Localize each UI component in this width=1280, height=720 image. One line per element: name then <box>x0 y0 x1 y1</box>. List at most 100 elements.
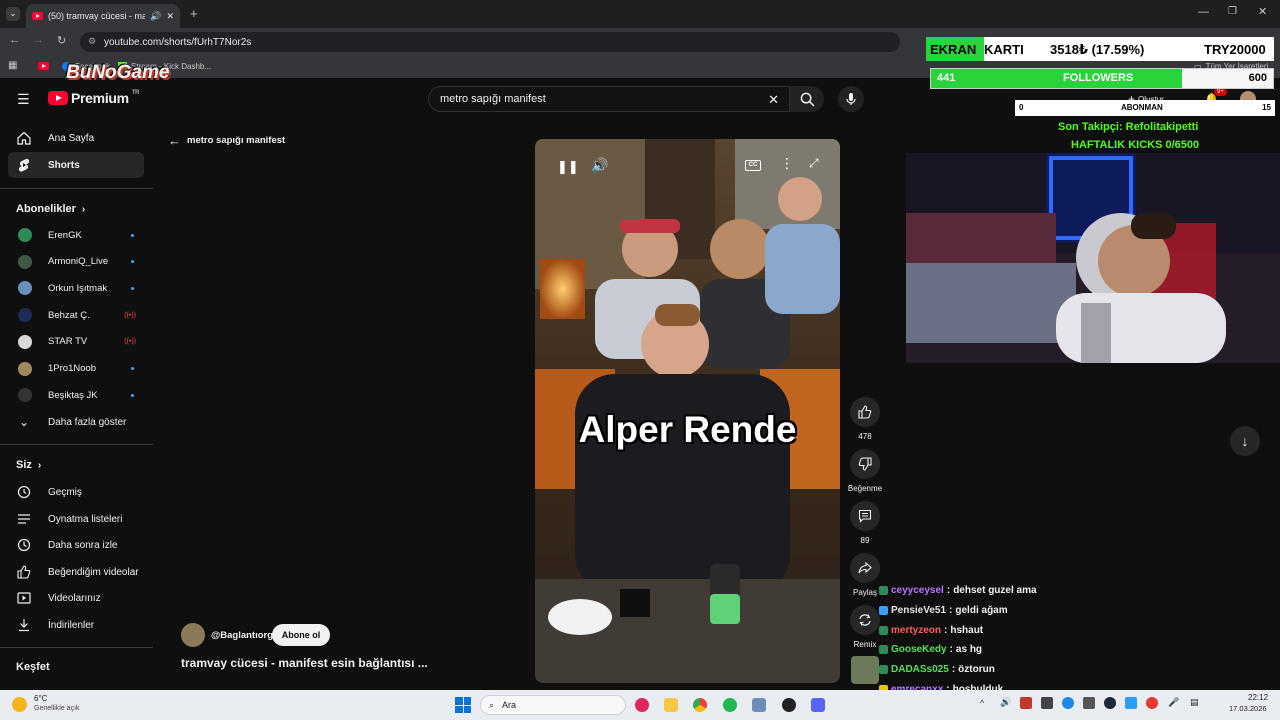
address-bar[interactable]: ⚙ youtube.com/shorts/fUrhT7Nor2s <box>80 32 900 52</box>
pause-button[interactable]: ❚❚ <box>557 159 579 175</box>
sidebar-item-label: Beşiktaş JK <box>48 389 98 401</box>
sidebar-subscription-item[interactable]: Beşiktaş JK <box>8 383 144 407</box>
history-icon <box>16 484 32 500</box>
clear-search-icon[interactable]: ✕ <box>768 92 779 108</box>
chat-username[interactable]: PensieVe51 <box>891 605 946 616</box>
chat-username[interactable]: GooseKedy <box>891 644 947 655</box>
app-icon-media[interactable] <box>635 698 649 712</box>
sidebar-subscription-item[interactable]: ErenGK <box>8 223 144 247</box>
new-tab-button[interactable]: + <box>190 6 198 21</box>
channel-avatar[interactable] <box>181 623 205 647</box>
volume-button[interactable]: 🔊 <box>591 157 608 174</box>
remix-button[interactable] <box>850 605 880 635</box>
sidebar-item-downloads[interactable]: İndirilenler <box>8 612 144 638</box>
captions-button[interactable]: CC <box>745 160 761 171</box>
sidebar-subscription-item[interactable]: ArmoniQ_Live <box>8 250 144 274</box>
channel-avatar <box>18 228 32 242</box>
chrome-icon[interactable] <box>693 698 707 712</box>
discord-icon[interactable] <box>811 698 825 712</box>
apps-grid-icon[interactable]: ▦ <box>8 60 17 71</box>
subscription-goal-widget: 0 ABONMAN 15 <box>1015 100 1275 116</box>
reload-icon[interactable]: ↻ <box>57 34 66 47</box>
stream-watermark: BuNoGame <box>66 62 170 83</box>
sidebar-subscription-item[interactable]: STAR TV ((•)) <box>8 330 144 354</box>
short-title[interactable]: tramvay cücesi - manifest esin bağlantıs… <box>181 656 428 670</box>
weather-icon[interactable] <box>12 697 27 712</box>
tray-app-icon[interactable] <box>1083 697 1095 709</box>
tray-app-icon[interactable] <box>1041 697 1053 709</box>
minimize-button[interactable]: — <box>1198 6 1209 18</box>
sidebar-subscription-item[interactable]: Behzat Ç. ((•)) <box>8 303 144 327</box>
more-options-icon[interactable]: ⋮ <box>780 155 794 172</box>
tab-search-button[interactable]: ⌄ <box>6 7 20 21</box>
sidebar-item-label: İndirilenler <box>48 619 95 631</box>
channel-handle[interactable]: @Baglantıorg <box>211 630 273 641</box>
chat-separator: : <box>951 664 956 676</box>
tray-app-icon[interactable] <box>1020 697 1032 709</box>
tab-close-icon[interactable]: ✕ <box>166 11 174 22</box>
maximize-button[interactable]: ❐ <box>1228 6 1237 17</box>
tray-chevron-icon[interactable]: ^ <box>980 698 984 708</box>
sidebar-item-liked-videos[interactable]: Beğendiğim videolar <box>8 559 144 585</box>
site-info-icon[interactable]: ⚙ <box>88 36 96 47</box>
sidebar-item-home[interactable]: Ana Sayfa <box>8 125 144 151</box>
subscriptions-heading[interactable]: Abonelikler › <box>16 203 85 215</box>
volume-tray-icon[interactable]: 🔊 <box>1000 697 1011 708</box>
window-close-button[interactable]: ✕ <box>1258 5 1267 18</box>
spotify-icon[interactable] <box>723 698 737 712</box>
sidebar-item-watch-later[interactable]: Daha sonra izle <box>8 532 144 558</box>
app-icon-settings[interactable] <box>752 698 766 712</box>
hamburger-menu-icon[interactable]: ☰ <box>17 92 30 106</box>
obs-icon[interactable] <box>782 698 796 712</box>
microphone-tray-icon[interactable]: 🎤 <box>1168 697 1179 708</box>
next-short-button[interactable]: ↓ <box>1230 426 1260 456</box>
network-icon[interactable]: ▤ <box>1190 697 1199 708</box>
share-button[interactable] <box>850 553 880 583</box>
clock-date[interactable]: 17.03.2026 <box>1229 704 1267 713</box>
forward-arrow-icon[interactable]: → <box>33 34 44 46</box>
sidebar-divider <box>0 444 153 445</box>
taskbar-search[interactable]: ⌕ Ara <box>480 695 626 715</box>
search-button[interactable] <box>790 86 824 112</box>
followers-goal: 600 <box>1248 72 1267 84</box>
shorts-video-player[interactable]: Alper Rende ❚❚ 🔊 CC ⋮ ⤢ <box>535 139 840 683</box>
sidebar-item-history[interactable]: Geçmiş <box>8 479 144 505</box>
chat-message: DADASs025: öztorun <box>879 664 995 675</box>
youtube-logo[interactable]: Premium TR <box>48 90 140 106</box>
back-to-search-link[interactable]: ← metro sapığı manifest <box>168 133 285 148</box>
browser-tab-strip: ⌄ (50) tramvay cücesi - manif 🔊 ✕ + — ❐ … <box>0 0 1280 28</box>
sidebar-subscription-item[interactable]: Orkun Işıtmak <box>8 276 144 300</box>
comments-button[interactable] <box>850 501 880 531</box>
you-heading[interactable]: Siz › <box>16 459 41 471</box>
start-button[interactable] <box>455 697 471 713</box>
sidebar-subscription-item[interactable]: 1Pro1Noob <box>8 357 144 381</box>
sidebar-item-label: Oynatma listeleri <box>48 513 123 525</box>
back-arrow-icon[interactable]: ← <box>9 34 20 46</box>
tray-app-icon[interactable] <box>1125 697 1137 709</box>
like-button[interactable] <box>850 397 880 427</box>
bookmark-youtube[interactable] <box>38 62 49 70</box>
browser-tab[interactable]: (50) tramvay cücesi - manif 🔊 ✕ <box>26 4 180 28</box>
dislike-button[interactable] <box>850 449 880 479</box>
clock-time[interactable]: 22:12 <box>1248 693 1268 702</box>
chat-text: öztorun <box>958 664 995 676</box>
file-explorer-icon[interactable] <box>664 698 678 712</box>
fullscreen-icon[interactable]: ⤢ <box>809 156 819 171</box>
chat-username[interactable]: mertyzeon <box>891 625 941 636</box>
sidebar-show-more[interactable]: ⌄ Daha fazla göster <box>8 409 144 435</box>
like-count: 478 <box>858 432 872 441</box>
chat-username[interactable]: ceyyceysel <box>891 585 944 596</box>
sidebar-item-playlists[interactable]: Oynatma listeleri <box>8 506 144 532</box>
chat-username[interactable]: DADASs025 <box>891 664 949 675</box>
chat-separator: : <box>949 604 953 616</box>
share-icon <box>858 562 872 574</box>
sidebar-item-shorts[interactable]: Shorts <box>8 152 144 178</box>
audio-thumbnail[interactable] <box>851 656 879 684</box>
voice-search-button[interactable] <box>838 86 864 112</box>
subscribe-button[interactable]: Abone ol <box>272 624 330 646</box>
steam-icon[interactable] <box>1104 697 1116 709</box>
search-input[interactable]: metro sapığı manifest ✕ <box>428 86 790 112</box>
tray-app-icon[interactable] <box>1146 697 1158 709</box>
tray-app-icon[interactable] <box>1062 697 1074 709</box>
sidebar-item-your-videos[interactable]: Videolarınız <box>8 585 144 611</box>
